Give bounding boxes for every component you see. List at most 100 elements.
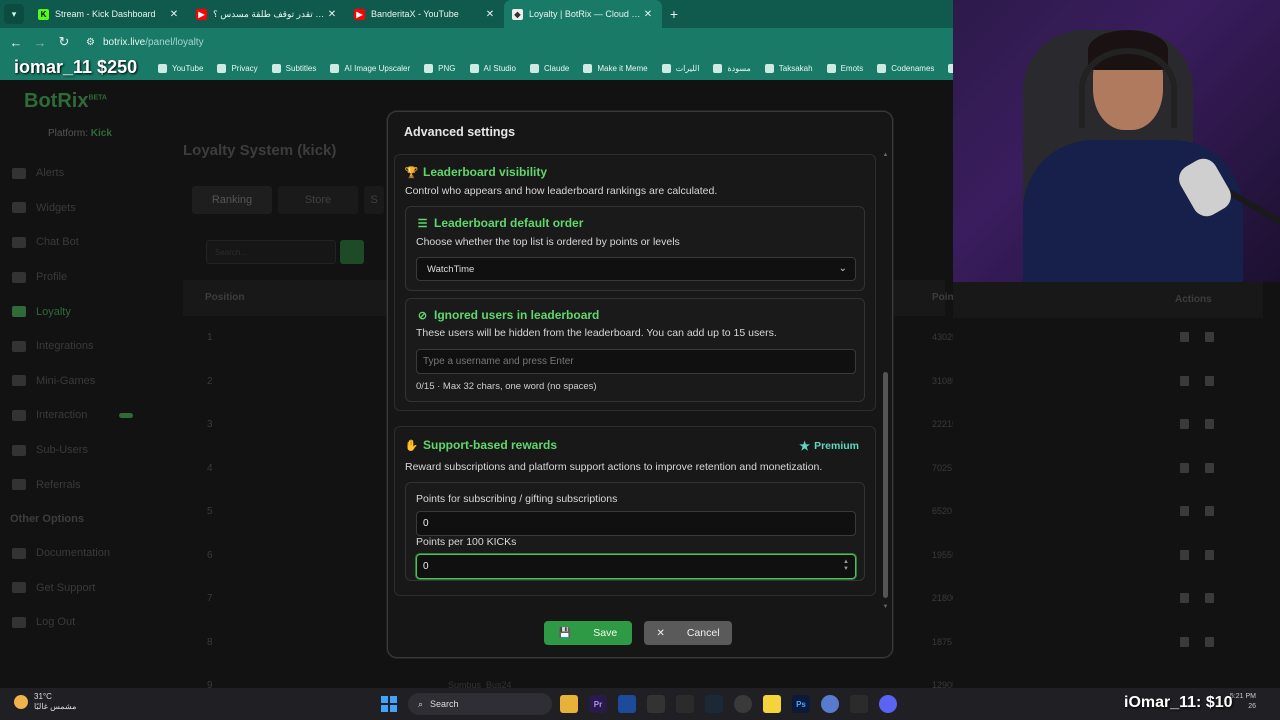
windows-start-icon[interactable]: [381, 696, 397, 712]
scroll-thumb[interactable]: [883, 372, 888, 598]
scroll-up-icon[interactable]: ▲: [881, 152, 890, 160]
premiere-icon[interactable]: Pr: [589, 695, 607, 713]
trash-icon[interactable]: [1205, 332, 1214, 342]
cancel-button[interactable]: ✕ Cancel: [644, 621, 732, 645]
edit-icon[interactable]: [1180, 506, 1189, 516]
bookmark-item[interactable]: مسودة: [713, 63, 751, 73]
scroll-down-icon[interactable]: ▼: [881, 604, 890, 612]
edit-icon[interactable]: [1180, 375, 1189, 386]
sidebar-item-label: Chat Bot: [36, 236, 79, 249]
close-icon[interactable]: ✕: [484, 9, 496, 20]
modal-scrollbar[interactable]: ▲ ▼: [881, 152, 890, 612]
leaderboard-visibility-section: 🏆 Leaderboard visibility Control who app…: [394, 154, 876, 411]
bookmark-item[interactable]: الليرات: [661, 63, 699, 73]
new-tab-button[interactable]: +: [662, 6, 686, 22]
tab-ranking[interactable]: Ranking: [192, 186, 272, 214]
bookmark-item[interactable]: YouTube: [158, 63, 203, 73]
sidebar-item-label: Get Support: [36, 581, 96, 594]
trash-icon[interactable]: [1205, 593, 1214, 603]
file-explorer-icon[interactable]: [560, 695, 578, 713]
tab-youtube-video[interactable]: ▶ هل تقدر توقف طلقة مسدس ؟ - ✕: [188, 0, 346, 28]
system-clock[interactable]: 5:21 PM 26: [1230, 692, 1256, 712]
trash-icon[interactable]: [1205, 419, 1214, 429]
edit-icon[interactable]: [1180, 593, 1189, 603]
bookmark-item[interactable]: Taksakah: [764, 63, 813, 73]
tab-banderitax[interactable]: ▶ BanderitaX - YouTube ✕: [346, 0, 504, 28]
bookmark-icon: [713, 63, 723, 73]
ignored-username-input[interactable]: Type a username and press Enter: [416, 349, 856, 374]
trash-icon[interactable]: [1205, 462, 1214, 473]
close-icon[interactable]: ✕: [642, 9, 654, 20]
url-field[interactable]: ⚙ botrix.live/panel/loyalty: [86, 37, 204, 48]
sidebar-item-integrations[interactable]: Integrations: [12, 329, 172, 364]
search-button[interactable]: [340, 240, 364, 264]
photoshop-icon[interactable]: Ps: [792, 695, 810, 713]
app-icon[interactable]: [618, 695, 636, 713]
close-icon[interactable]: ✕: [168, 9, 180, 20]
bookmark-item[interactable]: Make it Meme: [583, 63, 648, 73]
subscribe-points-input[interactable]: 0: [416, 511, 856, 536]
sidebar-item-widgets[interactable]: Widgets: [12, 191, 172, 226]
back-arrow-icon[interactable]: ←: [4, 35, 28, 50]
chrome-icon[interactable]: [734, 695, 752, 713]
site-info-icon[interactable]: ⚙: [86, 37, 95, 48]
edit-icon[interactable]: [1180, 462, 1189, 473]
bookmark-item[interactable]: Subtitles: [271, 63, 316, 73]
notes-icon[interactable]: [763, 695, 781, 713]
bookmark-item[interactable]: AI Studio: [469, 63, 516, 73]
weather-widget[interactable]: 31°C مشمس غالبًا: [14, 692, 76, 712]
taskbar-search[interactable]: ⌕ Search: [408, 693, 552, 715]
bookmark-label: AI Image Upscaler: [344, 63, 411, 73]
edit-icon[interactable]: [1180, 636, 1189, 647]
sidebar-item-loyalty[interactable]: Loyalty: [12, 294, 172, 329]
sidebar-item-alerts[interactable]: Alerts: [12, 156, 172, 191]
forward-arrow-icon[interactable]: →: [28, 35, 52, 50]
edit-icon[interactable]: [1180, 549, 1189, 560]
sidebar-item-referrals[interactable]: Referrals: [12, 467, 172, 502]
sidebar-item-profile[interactable]: Profile: [12, 260, 172, 295]
bookmark-item[interactable]: Privacy: [217, 63, 258, 73]
sidebar-item-get-support[interactable]: Get Support: [12, 571, 172, 606]
sidebar-item-log-out[interactable]: Log Out: [12, 605, 172, 640]
bookmark-item[interactable]: AI Image Upscaler: [330, 63, 411, 73]
close-icon[interactable]: ✕: [326, 9, 338, 20]
number-stepper-icon[interactable]: ▲ ▼: [843, 559, 849, 573]
search-input[interactable]: Search...: [206, 240, 336, 264]
modal-scroll-area[interactable]: 🏆 Leaderboard visibility Control who app…: [394, 154, 876, 612]
app-icon-2[interactable]: [676, 695, 694, 713]
trash-icon[interactable]: [1205, 375, 1214, 386]
tab-kick-dashboard[interactable]: K Stream - Kick Dashboard ✕: [30, 0, 188, 28]
reload-icon[interactable]: ↻: [52, 34, 76, 50]
bookmark-item[interactable]: Codenames: [877, 63, 934, 73]
edit-icon[interactable]: [1180, 332, 1189, 342]
leaderboard-order-title: Leaderboard default order: [434, 216, 584, 230]
row-position: 6: [207, 549, 213, 561]
tab-search-button[interactable]: ▾: [4, 4, 24, 24]
youtube-icon: ▶: [196, 8, 207, 20]
save-button[interactable]: 💾 Save: [544, 621, 632, 645]
steam-icon[interactable]: [705, 695, 723, 713]
sidebar-item-interaction[interactable]: Interaction: [12, 398, 172, 433]
bookmark-item[interactable]: Claude: [529, 63, 569, 73]
leaderboard-order-select[interactable]: WatchTime ⌄: [416, 257, 856, 281]
leaderboard-order-card: ☰ Leaderboard default order Choose wheth…: [405, 206, 865, 291]
bookmark-item[interactable]: PNG: [424, 63, 456, 73]
kicks-points-input[interactable]: 0 ▲ ▼: [416, 554, 856, 579]
sidebar-item-mini-games[interactable]: Mini-Games: [12, 364, 172, 399]
sidebar-item-chat-bot[interactable]: Chat Bot: [12, 225, 172, 260]
edit-icon[interactable]: [1180, 419, 1189, 429]
discord-icon[interactable]: [879, 695, 897, 713]
trash-icon[interactable]: [1205, 636, 1214, 647]
tab-store[interactable]: Store: [278, 186, 358, 214]
trash-icon[interactable]: [1205, 549, 1214, 560]
sidebar-item-documentation[interactable]: Documentation: [12, 536, 172, 571]
trash-icon[interactable]: [1205, 506, 1214, 516]
obs-icon[interactable]: [647, 695, 665, 713]
tab-botrix-loyalty[interactable]: ◆ Loyalty | BotRix — Cloud Stream ✕: [504, 0, 662, 28]
bookmark-item[interactable]: Emots: [826, 63, 863, 73]
app-icon-3[interactable]: [821, 695, 839, 713]
row-points: 43025: [932, 332, 953, 342]
sidebar-item-sub-users[interactable]: Sub-Users: [12, 433, 172, 468]
app-icon-4[interactable]: [850, 695, 868, 713]
tab-other[interactable]: S: [364, 186, 384, 214]
